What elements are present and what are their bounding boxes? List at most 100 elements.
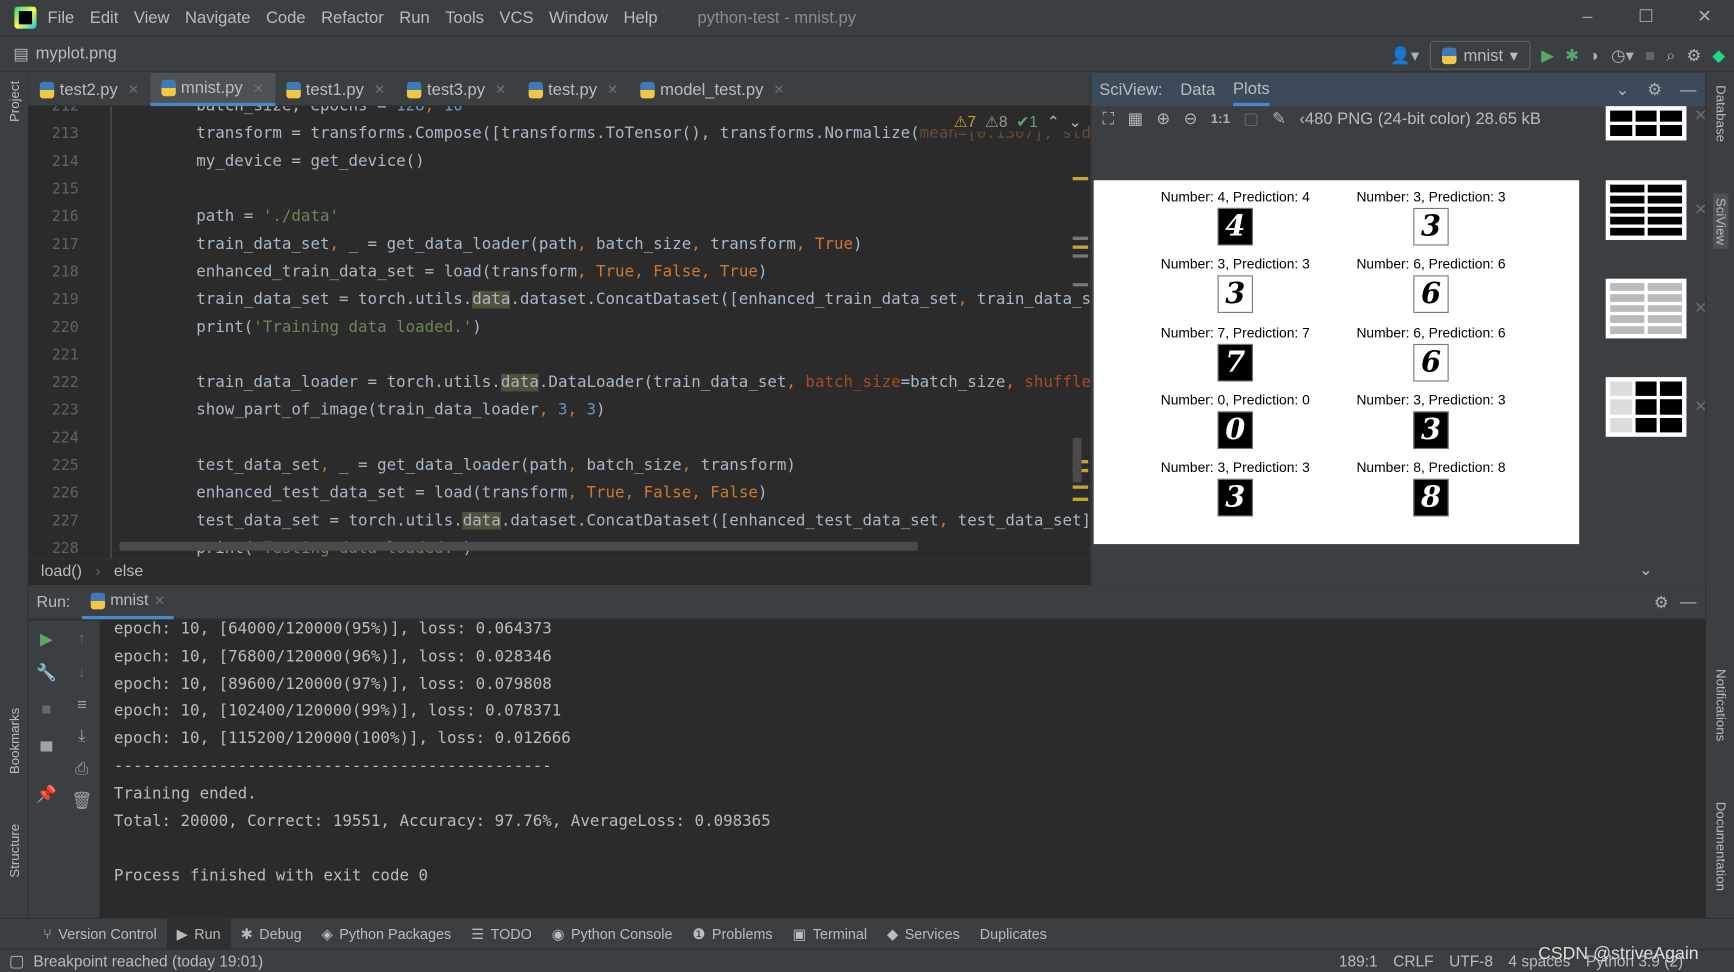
fit-icon[interactable]: ⛶ (1103, 109, 1115, 128)
console-output[interactable]: epoch: 10, [64000/120000(95%)], loss: 0.… (114, 616, 771, 890)
color-picker-icon[interactable]: ✎ (1272, 108, 1286, 128)
tool-tab-services[interactable]: ◆ Services (877, 918, 970, 949)
chevron-down-icon[interactable]: ⌄ (1616, 80, 1630, 100)
breadcrumb-function[interactable]: load() (41, 563, 82, 581)
menu-run[interactable]: Run (399, 8, 429, 27)
run-config-select[interactable]: mnist ▾ (1430, 40, 1531, 70)
zoom-in-icon[interactable]: ⊕ (1156, 108, 1170, 128)
tab-test-py[interactable]: test.py ✕ (517, 73, 629, 106)
tool-tab-duplicates[interactable]: Duplicates (970, 918, 1057, 949)
project-tool-button[interactable]: Project (7, 81, 22, 122)
rerun-icon[interactable]: ▶ (29, 629, 64, 649)
plot-thumbnail[interactable] (1605, 106, 1687, 141)
breadcrumb-else[interactable]: else (114, 563, 143, 581)
run-tab-mnist[interactable]: mnist ✕ (81, 586, 175, 619)
print-icon[interactable]: ⎙ (64, 760, 99, 779)
horizontal-scrollbar[interactable] (119, 541, 918, 551)
next-issue-icon[interactable]: ⌄ (1069, 113, 1082, 132)
tool-tab-run[interactable]: ▶ Run (166, 918, 231, 950)
code-line[interactable]: show_part_of_image(train_data_loader, 3,… (158, 397, 605, 425)
close-tab-icon[interactable]: ✕ (253, 80, 264, 95)
caret-position[interactable]: 189:1 (1339, 950, 1378, 972)
tab-test3-py[interactable]: test3.py ✕ (396, 73, 517, 106)
tab-mnist-py[interactable]: mnist.py ✕ (149, 72, 275, 107)
inspection-widget[interactable]: ⚠7 ⚠8 ✔1 ⌃ ⌄ (953, 112, 1082, 132)
close-button[interactable]: ✕ (1675, 0, 1734, 35)
code-line[interactable]: train_data_set = torch.utils.data.datase… (158, 286, 1090, 314)
menu-vcs[interactable]: VCS (499, 8, 533, 27)
notifications-tool-button[interactable]: Notifications (1713, 669, 1728, 741)
up-icon[interactable]: ↑ (64, 629, 99, 648)
panel-toggle-icon[interactable]: ▢ (9, 951, 25, 971)
menu-file[interactable]: File (48, 8, 75, 27)
plot-thumbnail[interactable] (1605, 377, 1687, 437)
documentation-tool-button[interactable]: Documentation (1713, 802, 1728, 891)
code-line[interactable]: enhanced_test_data_set = load(transform,… (158, 480, 767, 508)
stop-icon[interactable]: ■ (29, 700, 64, 719)
chevron-down-icon[interactable]: ⌄ (1639, 560, 1653, 580)
chessboard-icon[interactable]: ▢ (1243, 108, 1259, 128)
close-tab-icon[interactable]: ✕ (495, 82, 506, 97)
zoom-out-icon[interactable]: ⊖ (1184, 108, 1198, 128)
coverage-icon[interactable]: ◗ (1590, 46, 1600, 65)
prev-issue-icon[interactable]: ⌃ (1047, 113, 1060, 132)
close-icon[interactable]: ✕ (154, 593, 165, 608)
menu-navigate[interactable]: Navigate (185, 8, 250, 27)
code-line[interactable]: train_data_set, _ = get_data_loader(path… (158, 231, 862, 259)
hide-icon[interactable]: — (1680, 593, 1697, 612)
run-icon[interactable]: ▶ (1541, 45, 1554, 65)
tool-tab-problems[interactable]: ❶ Problems (682, 918, 782, 949)
profile-icon[interactable]: ◷▾ (1611, 45, 1634, 65)
grid-icon[interactable]: ▦ (1127, 108, 1143, 128)
code-line[interactable]: print('Training data loaded.') (158, 314, 482, 342)
database-tool-button[interactable]: Database (1713, 85, 1728, 142)
code-line[interactable]: enhanced_train_data_set = load(transform… (158, 259, 767, 287)
tab-test2-py[interactable]: test2.py ✕ (29, 73, 150, 106)
layout-icon[interactable]: ▀ (29, 742, 64, 761)
debug-icon[interactable]: ✱ (1565, 45, 1579, 65)
tool-tab-terminal[interactable]: ▣ Terminal (783, 918, 877, 949)
code-line[interactable]: batch_size, epochs = 128, 10 (158, 106, 463, 120)
trash-icon[interactable]: 🗑 (64, 791, 99, 811)
user-icon[interactable]: 👤▾ (1390, 45, 1419, 65)
nav-file[interactable]: myplot.png (36, 44, 117, 63)
bookmarks-tool-button[interactable]: Bookmarks (7, 708, 22, 774)
code-editor[interactable]: 212 batch_size, epochs = 128, 10 213 tran… (28, 106, 1091, 559)
soft-wrap-icon[interactable]: ≡ (64, 696, 99, 715)
menu-help[interactable]: Help (624, 8, 658, 27)
scroll-to-end-icon[interactable]: ⤓ (64, 727, 99, 746)
close-tab-icon[interactable]: ✕ (607, 82, 618, 97)
down-icon[interactable]: ↓ (64, 662, 99, 681)
sciview-tool-button[interactable]: SciView (1712, 193, 1729, 250)
tool-tab-python-packages[interactable]: ◈ Python Packages (312, 918, 461, 949)
tool-tab-todo[interactable]: ☰ TODO (461, 918, 542, 949)
close-tab-icon[interactable]: ✕ (374, 82, 385, 97)
code-line[interactable]: path = './data' (158, 203, 339, 231)
hide-icon[interactable]: — (1680, 80, 1697, 99)
update-icon[interactable]: ◆ (1712, 45, 1725, 65)
menu-refactor[interactable]: Refactor (321, 8, 384, 27)
structure-tool-button[interactable]: Structure (7, 824, 22, 878)
code-line[interactable]: transform = transforms.Compose([transfor… (158, 121, 1090, 149)
menu-tools[interactable]: Tools (445, 8, 484, 27)
menu-window[interactable]: Window (549, 8, 608, 27)
gear-icon[interactable]: ⚙ (1686, 45, 1701, 65)
tool-tab-debug[interactable]: ✱ Debug (231, 918, 312, 949)
plot-thumbnail[interactable] (1605, 180, 1687, 240)
line-separator[interactable]: CRLF (1393, 950, 1433, 972)
pin-icon[interactable]: 📌 (29, 784, 64, 804)
gear-icon[interactable]: ⚙ (1654, 592, 1669, 612)
actual-size-icon[interactable]: 1:1 (1211, 111, 1230, 126)
wrench-icon[interactable]: 🔧 (29, 662, 64, 683)
tab-model_test-py[interactable]: model_test.py ✕ (629, 73, 795, 106)
tab-test1-py[interactable]: test1.py ✕ (275, 73, 396, 106)
code-line[interactable]: my_device = get_device() (158, 148, 424, 176)
code-line[interactable]: train_data_loader = torch.utils.data.Dat… (158, 369, 1090, 397)
close-tab-icon[interactable]: ✕ (128, 82, 139, 97)
code-line[interactable]: test_data_set = torch.utils.data.dataset… (158, 508, 1090, 536)
tab-data[interactable]: Data (1180, 80, 1215, 99)
search-icon[interactable]: ⌕ (1666, 46, 1675, 65)
menu-code[interactable]: Code (266, 8, 306, 27)
minimize-button[interactable]: – (1558, 0, 1617, 35)
vertical-scrollbar[interactable] (1072, 437, 1082, 483)
